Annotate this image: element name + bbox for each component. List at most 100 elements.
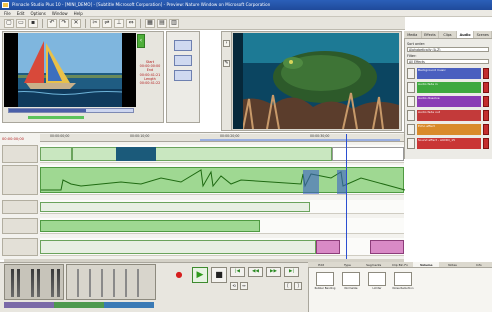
play-arrow-icon[interactable]: › (223, 40, 230, 47)
undo-icon[interactable]: ↶ (47, 18, 57, 28)
menu-window[interactable]: Window (52, 10, 68, 16)
collapse-panel-button[interactable]: ‹ (137, 34, 145, 48)
play-button[interactable]: ▶ (192, 267, 208, 283)
new-project-icon[interactable]: ▢ (4, 18, 14, 28)
audio-waveform (41, 169, 406, 194)
split-icon[interactable]: ⊥ (114, 18, 124, 28)
title-clip[interactable] (40, 240, 316, 254)
open-folder-icon[interactable]: ▭ (16, 18, 26, 28)
tab-audio[interactable]: Audio (456, 31, 475, 38)
title-clip[interactable] (370, 240, 404, 254)
view-mode-button-2[interactable] (174, 55, 192, 66)
limiter-icon[interactable] (368, 272, 386, 286)
color-swatch[interactable] (54, 302, 104, 308)
view-mode-button-3[interactable] (174, 70, 192, 81)
mark-in-icon[interactable]: [ (284, 282, 292, 290)
tab-type[interactable]: Type (334, 262, 360, 267)
video-clip[interactable] (72, 147, 332, 161)
save-icon[interactable]: ▪ (28, 18, 38, 28)
effect-item[interactable]: Echo effect (407, 123, 489, 136)
go-to-end-button[interactable]: ▶| (284, 267, 299, 277)
mark-out-icon[interactable]: ] (294, 282, 302, 290)
audio-meters (4, 264, 64, 300)
track-header-video-1[interactable] (2, 145, 38, 163)
toolbar-separator (140, 18, 141, 28)
stop-button[interactable]: ■ (211, 267, 227, 283)
track-header-audio-2[interactable] (2, 218, 38, 234)
effect-remove-icon[interactable] (483, 82, 489, 93)
redo-icon[interactable]: ↷ (59, 18, 69, 28)
effect-item[interactable]: Background music (407, 67, 489, 80)
tab-media[interactable]: Media (404, 31, 422, 38)
effect-remove-icon[interactable] (483, 110, 489, 121)
tab-segments[interactable]: Segments (361, 262, 387, 267)
ruler-work-area[interactable] (200, 139, 400, 141)
link-icon[interactable]: ⇌ (102, 18, 112, 28)
ruler-timecode: 00:00:30;00 (310, 134, 330, 138)
noise-reduction-icon[interactable] (394, 272, 412, 286)
vu-bar (137, 269, 139, 297)
menu-file[interactable]: File (4, 10, 11, 16)
effect-item[interactable]: Audio dissolve (407, 95, 489, 108)
tab-scenes[interactable]: Scenes (474, 31, 492, 38)
loop-icon[interactable]: ⟲ (230, 282, 238, 290)
effect-remove-icon[interactable] (483, 124, 489, 135)
effect-label: Audio fade in (417, 82, 481, 93)
track-header-title-1[interactable] (2, 238, 38, 256)
source-in-out-range[interactable] (28, 116, 84, 119)
normalize-icon[interactable] (342, 272, 360, 286)
effect-remove-icon[interactable] (483, 96, 489, 107)
effect-thumbnail-icon (407, 124, 415, 135)
tab-notes[interactable]: Notes (439, 262, 465, 267)
record-button[interactable]: ● (174, 270, 184, 280)
rewind-button[interactable]: ◀◀ (248, 267, 263, 277)
delete-icon[interactable]: ✕ (71, 18, 81, 28)
pencil-icon[interactable]: ✎ (223, 60, 230, 67)
menu-edit[interactable]: Edit (17, 10, 25, 16)
jog-icon[interactable]: ↔ (240, 282, 248, 290)
tab-clip-bin-fx[interactable]: Clip Bin Fx (387, 262, 413, 267)
track-header-audio-1[interactable] (2, 165, 38, 195)
color-swatch[interactable] (104, 302, 154, 308)
timeline-playhead[interactable] (346, 134, 347, 260)
menu-help[interactable]: Help (74, 10, 83, 16)
fast-forward-button[interactable]: ▶▶ (266, 267, 281, 277)
audio-clip[interactable] (40, 220, 260, 232)
effect-remove-icon[interactable] (483, 68, 489, 79)
rubber-band-icon[interactable] (316, 272, 334, 286)
meter-bar (31, 269, 34, 297)
storyboard-icon[interactable]: ▦ (145, 18, 155, 28)
tab-effects[interactable]: Effects (422, 31, 440, 38)
effect-remove-icon[interactable] (483, 138, 489, 149)
vu-bar (77, 269, 79, 297)
effect-label: Echo effect (417, 124, 481, 135)
tab-edit[interactable]: Edit (308, 262, 334, 267)
source-video-preview[interactable] (4, 33, 136, 107)
tab-info[interactable]: Info (466, 262, 492, 267)
go-to-start-button[interactable]: |◀ (230, 267, 245, 277)
tab-volume[interactable]: Volume (413, 262, 440, 267)
timeline-view-icon[interactable]: ▤ (157, 18, 167, 28)
toolbar-separator (42, 18, 43, 28)
video-clip[interactable] (40, 202, 310, 212)
vu-bar (125, 269, 127, 297)
timeline-ruler[interactable]: 00:00:00;00 00:00:10;00 00:00:20;00 00:0… (40, 134, 404, 142)
record-video-preview[interactable] (233, 33, 399, 129)
effect-item[interactable]: Audio fade out (407, 109, 489, 122)
source-scrubber[interactable] (8, 108, 134, 113)
effect-item[interactable]: Sound effect - AUDIO_15 (407, 137, 489, 150)
filter-select[interactable]: All Effects (407, 59, 489, 64)
effect-item[interactable]: Audio fade in (407, 81, 489, 94)
track-header-video-2[interactable] (2, 200, 38, 214)
film-icon[interactable]: ▥ (169, 18, 179, 28)
tab-clips[interactable]: Clips (439, 31, 457, 38)
snap-icon[interactable]: ⇔ (126, 18, 136, 28)
menu-options[interactable]: Options (30, 10, 45, 16)
cut-icon[interactable]: ✂ (90, 18, 100, 28)
color-swatch[interactable] (4, 302, 54, 308)
video-clip[interactable] (40, 147, 72, 161)
sort-select[interactable]: Alphabetically (A-Z) (407, 47, 489, 52)
title-clip[interactable] (316, 240, 340, 254)
view-mode-button-1[interactable] (174, 40, 192, 51)
audio-clip[interactable] (40, 167, 406, 194)
